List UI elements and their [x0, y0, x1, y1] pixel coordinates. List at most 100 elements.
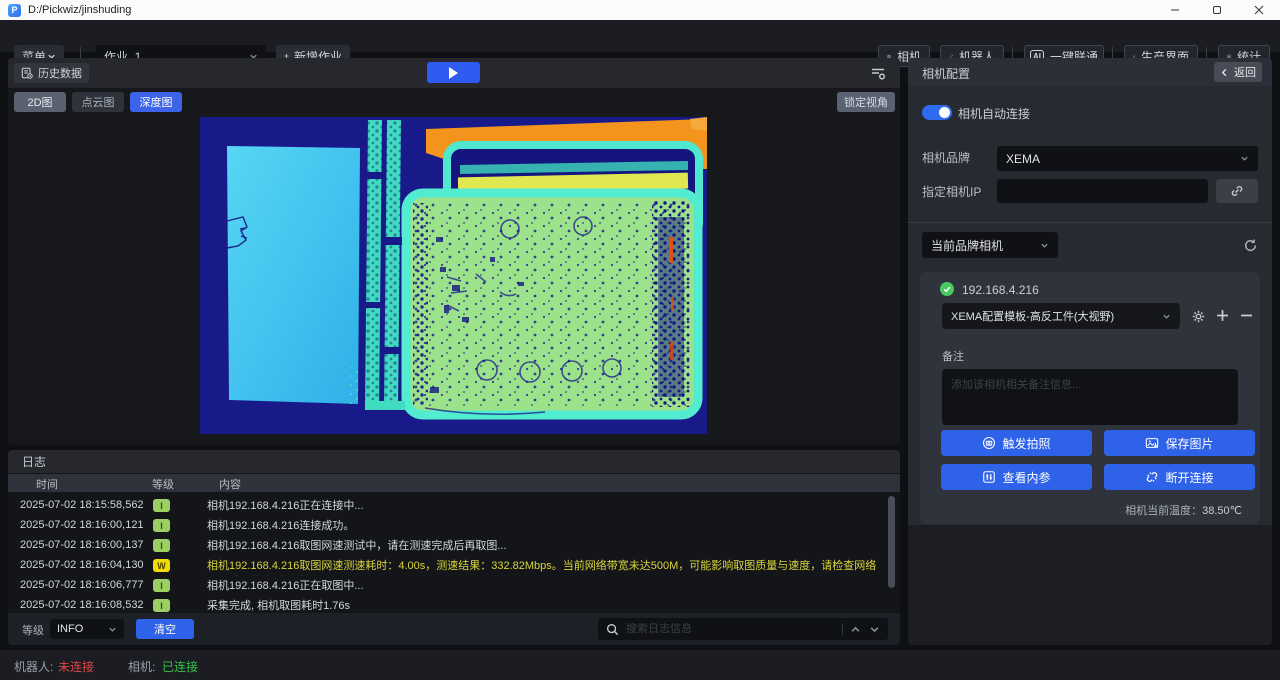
- log-time: 2025-07-02 18:16:06,777: [20, 579, 144, 591]
- save-image-button[interactable]: 保存图片: [1104, 430, 1255, 456]
- add-template-button[interactable]: [1216, 309, 1229, 322]
- viewer-header: 历史数据: [8, 58, 900, 88]
- level-badge-info: I: [153, 519, 170, 532]
- current-brand-select[interactable]: 当前品牌相机: [922, 232, 1058, 258]
- template-select[interactable]: XEMA配置模板-高反工件(大视野): [942, 303, 1180, 329]
- app-window: P D:/Pickwiz/jinshuding 菜单 作业_1 新增作业 相机: [0, 0, 1280, 680]
- col-content: 内容: [219, 476, 241, 492]
- camera-temperature: 相机当前温度：38.50℃: [942, 502, 1242, 518]
- remove-template-button[interactable]: [1240, 309, 1253, 322]
- camera-ip-label: 指定相机IP: [922, 183, 981, 200]
- disconnect-label: 断开连接: [1165, 469, 1213, 486]
- connected-check-icon: [940, 282, 954, 296]
- plus-icon: [1216, 309, 1229, 322]
- toggle-knob-icon: [939, 107, 950, 118]
- tab-2d-image[interactable]: 2D图: [14, 92, 66, 112]
- chevron-left-icon: [1220, 68, 1229, 77]
- camera-brand-select[interactable]: XEMA: [997, 146, 1258, 171]
- view-intrinsics-label: 查看内参: [1002, 469, 1050, 486]
- titlebar: P D:/Pickwiz/jinshuding: [0, 0, 1280, 20]
- camera-config-panel: 相机配置 返回 相机自动连接 相机品牌 XEMA 指定相机IP 当前品牌相机: [908, 58, 1272, 645]
- maximize-button[interactable]: [1196, 0, 1238, 20]
- close-button[interactable]: [1238, 0, 1280, 20]
- log-search-input[interactable]: [626, 623, 835, 635]
- refresh-cameras-button[interactable]: [1243, 238, 1258, 253]
- log-row: 2025-07-02 18:15:58,562 I 相机192.168.4.21…: [8, 496, 888, 516]
- col-level: 等级: [152, 476, 174, 492]
- level-badge-info: I: [153, 599, 170, 612]
- log-footer: 等级 INFO 清空: [8, 613, 900, 645]
- play-icon: [449, 67, 458, 79]
- history-data-button[interactable]: 历史数据: [14, 63, 89, 83]
- trigger-capture-button[interactable]: 触发拍照: [941, 430, 1092, 456]
- depth-map-svg: [200, 117, 707, 434]
- log-row: 2025-07-02 18:16:06,777 I 相机192.168.4.21…: [8, 576, 888, 596]
- log-panel: 日志 时间 等级 内容 2025-07-02 18:15:58,562 I 相机…: [8, 450, 900, 645]
- log-time: 2025-07-02 18:16:04,130: [20, 559, 144, 571]
- template-settings-button[interactable]: [1191, 309, 1206, 324]
- clear-log-button[interactable]: 清空: [136, 619, 194, 639]
- tab-depth-map[interactable]: 深度图: [130, 92, 182, 112]
- camera-ip-input[interactable]: [997, 179, 1208, 203]
- col-time: 时间: [36, 476, 58, 492]
- log-content: 采集完成, 相机取图耗时1.76s: [207, 598, 883, 614]
- back-label: 返回: [1234, 64, 1256, 80]
- log-title-bar: 日志: [8, 450, 900, 473]
- view-intrinsics-button[interactable]: 查看内参: [941, 464, 1092, 490]
- device-ip: 192.168.4.216: [962, 283, 1039, 297]
- lock-view-button[interactable]: 锁定视角: [837, 92, 895, 112]
- log-row: 2025-07-02 18:16:00,121 I 相机192.168.4.21…: [8, 516, 888, 536]
- app-logo-icon: P: [8, 4, 21, 17]
- log-content: 相机192.168.4.216正在连接中...: [207, 498, 883, 514]
- back-button[interactable]: 返回: [1214, 62, 1262, 82]
- log-time: 2025-07-02 18:16:00,137: [20, 539, 144, 551]
- level-filter-select[interactable]: INFO: [50, 619, 124, 639]
- log-column-header: 时间 等级 内容: [8, 474, 900, 492]
- camera-temperature-value: 38.50℃: [1202, 505, 1242, 517]
- log-row: 2025-07-02 18:16:00,137 I 相机192.168.4.21…: [8, 536, 888, 556]
- camera-brand-label: 相机品牌: [922, 149, 970, 166]
- depth-map-image: [200, 117, 707, 434]
- minimize-button[interactable]: [1154, 0, 1196, 20]
- auto-connect-toggle[interactable]: [922, 105, 952, 120]
- tab-point-cloud[interactable]: 点云图: [72, 92, 124, 112]
- current-brand-value: 当前品牌相机: [931, 237, 1003, 254]
- level-filter-value: INFO: [57, 623, 83, 635]
- log-scrollbar[interactable]: [888, 496, 895, 588]
- minus-icon: [1240, 309, 1253, 322]
- log-title: 日志: [22, 453, 46, 470]
- disconnect-button[interactable]: 断开连接: [1104, 464, 1255, 490]
- refresh-icon: [1243, 238, 1258, 253]
- log-content: 相机192.168.4.216连接成功。: [207, 518, 883, 534]
- capture-icon: [982, 436, 996, 450]
- trigger-capture-label: 触发拍照: [1002, 435, 1050, 452]
- camera-config-title: 相机配置: [922, 65, 970, 82]
- log-search-box: [598, 618, 888, 640]
- note-label: 备注: [942, 348, 964, 364]
- history-data-label: 历史数据: [38, 65, 82, 81]
- note-textarea[interactable]: [942, 369, 1238, 425]
- menubar: 菜单 作业_1 新增作业 相机 机器人 AI 一键联通 生产界面: [0, 20, 1280, 52]
- search-next-button[interactable]: [869, 624, 880, 635]
- camera-brand-value: XEMA: [1006, 152, 1040, 166]
- log-content: 相机192.168.4.216取图网速测试中，请在测速完成后再取图...: [207, 538, 883, 554]
- template-value: XEMA配置模板-高反工件(大视野): [951, 308, 1114, 324]
- robot-status-label: 机器人:: [14, 658, 53, 675]
- view-options-button[interactable]: [870, 65, 886, 81]
- camera-status-value: 已连接: [162, 658, 198, 675]
- log-row-warning: 2025-07-02 18:16:04,130 W 相机192.168.4.21…: [8, 556, 888, 576]
- intrinsics-icon: [982, 470, 996, 484]
- camera-status-label: 相机:: [128, 658, 155, 675]
- play-button[interactable]: [427, 62, 480, 83]
- list-gear-icon: [870, 65, 886, 81]
- connect-ip-button[interactable]: [1216, 179, 1258, 203]
- gear-icon: [1191, 309, 1206, 324]
- camera-config-content: 相机自动连接 相机品牌 XEMA 指定相机IP 当前品牌相机: [908, 86, 1272, 525]
- save-image-icon: [1145, 436, 1159, 450]
- link-icon: [1230, 184, 1244, 198]
- viewer-panel: 历史数据 2D图 点云图 深度图 锁定视角: [8, 58, 900, 445]
- level-badge-info: I: [153, 579, 170, 592]
- search-prev-button[interactable]: [850, 624, 861, 635]
- save-image-label: 保存图片: [1165, 435, 1213, 452]
- broken-link-icon: [1145, 470, 1159, 484]
